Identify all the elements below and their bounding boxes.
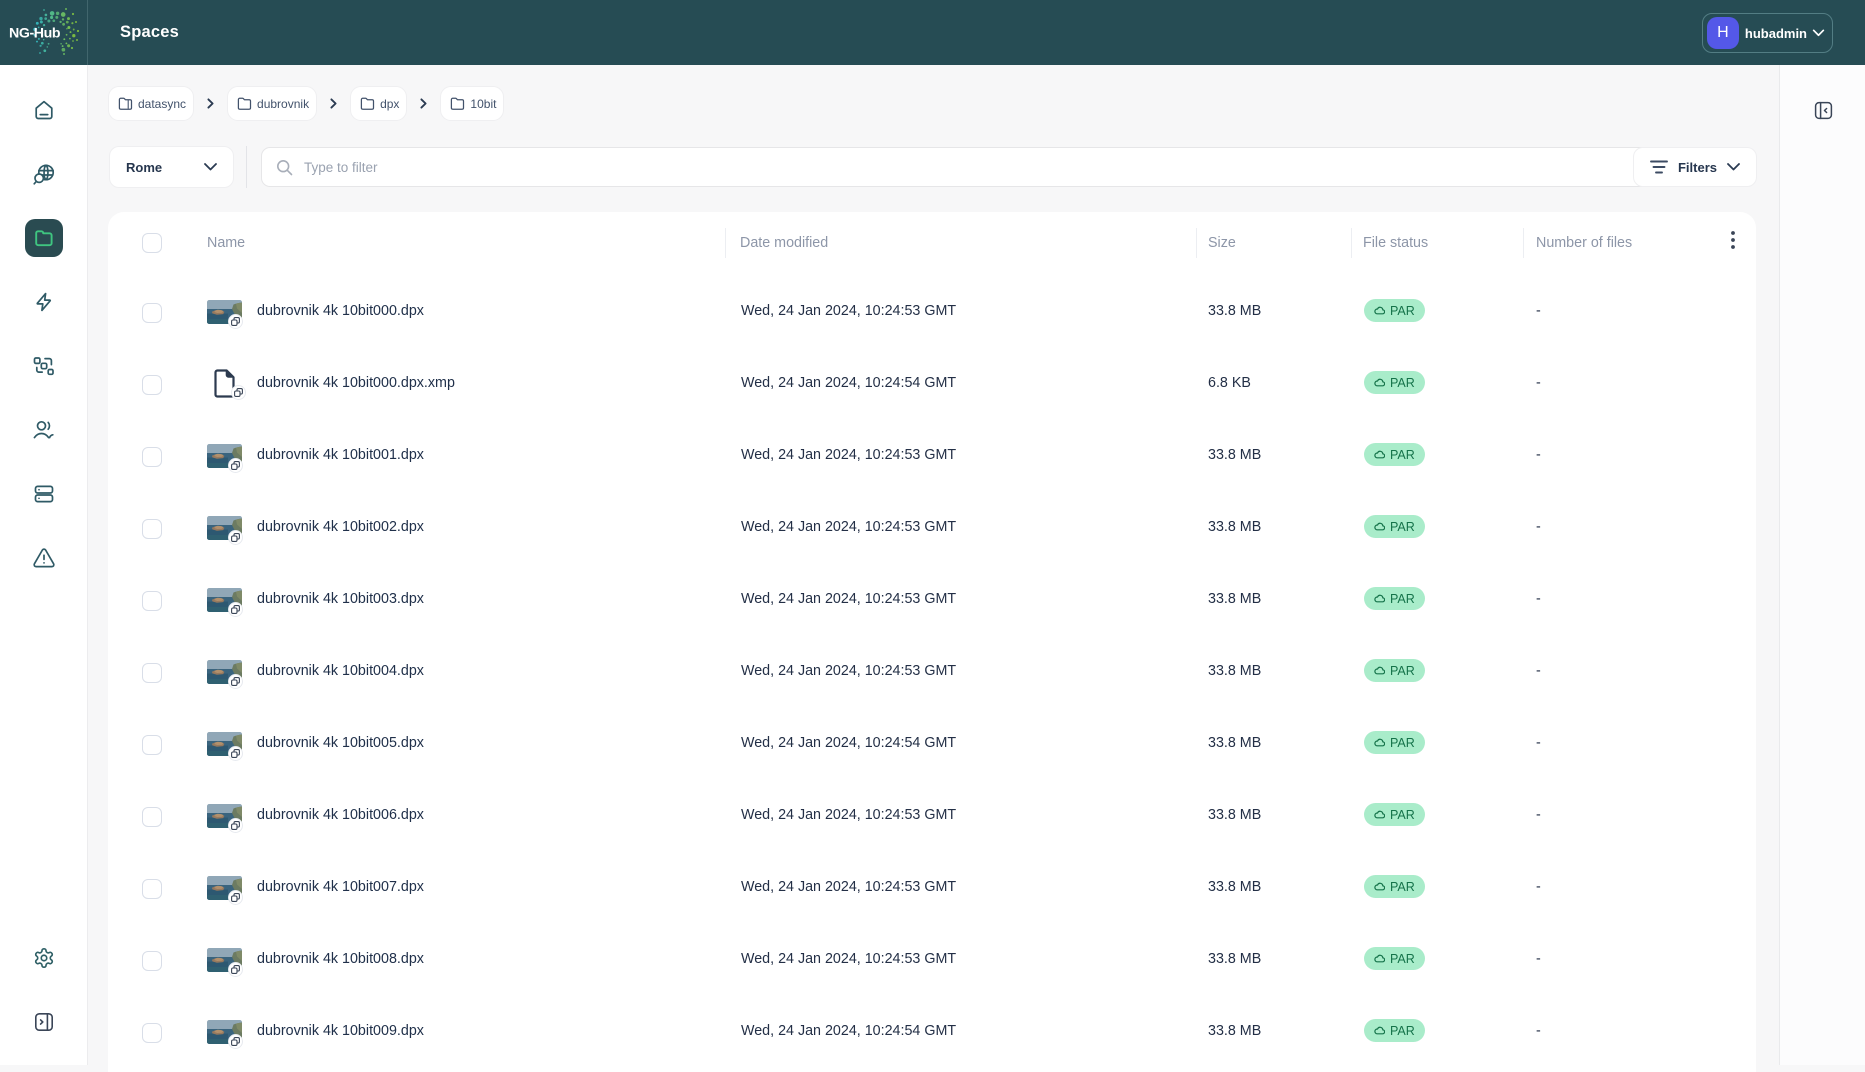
svg-text:NG-Hub: NG-Hub	[9, 26, 61, 42]
